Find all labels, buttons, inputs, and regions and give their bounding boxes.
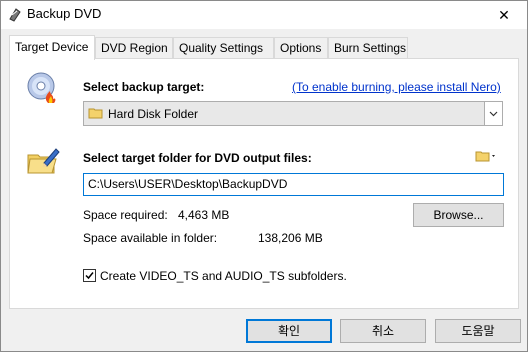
checkmark-icon [85,272,94,280]
ok-button[interactable]: 확인 [246,319,332,343]
window-title: Backup DVD [27,6,102,21]
folder-icon [88,106,104,123]
tab-burn-settings[interactable]: Burn Settings [328,37,408,58]
output-path-input[interactable]: C:\Users\USER\Desktop\BackupDVD [83,173,504,196]
target-device-panel: Select backup target: (To enable burning… [9,58,519,309]
dvd-burn-icon [26,71,60,108]
folder-pen-icon [26,145,60,180]
output-folder-label: Select target folder for DVD output file… [83,151,312,165]
tab-dvd-region[interactable]: DVD Region [95,37,173,58]
backup-target-value: Hard Disk Folder [108,107,199,121]
app-icon [7,6,23,22]
close-icon: ✕ [498,6,510,23]
backup-target-select[interactable]: Hard Disk Folder [83,101,503,126]
space-available-value: 138,206 MB [258,231,323,245]
target-label: Select backup target: [83,80,205,94]
tab-target-device[interactable]: Target Device [9,35,95,60]
folder-menu-icon[interactable] [475,149,499,166]
space-available-label: Space available in folder: [83,231,218,245]
backup-dvd-dialog: Backup DVD ✕ Target Device DVD Region Qu… [0,0,528,352]
close-button[interactable]: ✕ [481,1,527,29]
subfolders-checkbox[interactable] [83,269,96,282]
help-button[interactable]: 도움말 [435,319,521,343]
cancel-button[interactable]: 취소 [340,319,426,343]
chevron-down-icon[interactable] [484,102,502,125]
tab-options[interactable]: Options [274,37,328,58]
space-required-label: Space required: [83,208,168,222]
space-required-value: 4,463 MB [178,208,230,222]
subfolders-label[interactable]: Create VIDEO_TS and AUDIO_TS subfolders. [100,269,347,283]
install-nero-link[interactable]: (To enable burning, please install Nero) [292,80,501,94]
browse-button[interactable]: Browse... [413,203,504,227]
title-bar[interactable]: Backup DVD ✕ [1,1,527,29]
tab-quality-settings[interactable]: Quality Settings [173,37,274,58]
